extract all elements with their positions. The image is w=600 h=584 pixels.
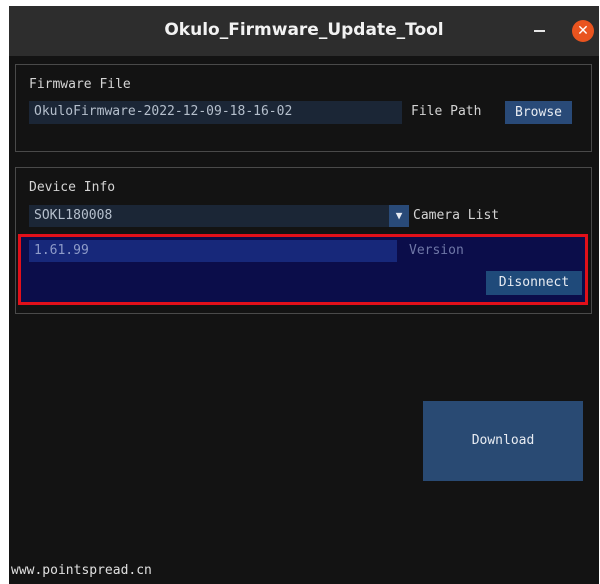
app-window: Okulo_Firmware_Update_Tool ✕ Firmware Fi… (9, 6, 599, 584)
browse-button[interactable]: Browse (505, 101, 572, 124)
camera-select[interactable]: SOKL180008 (29, 205, 389, 227)
firmware-section-label: Firmware File (29, 77, 131, 92)
firmware-file-field[interactable]: OkuloFirmware-2022-12-09-18-16-02 (29, 101, 402, 124)
minimize-icon[interactable] (534, 30, 545, 32)
version-label: Version (409, 243, 464, 258)
connected-device-highlight: 1.61.99 Version Disonnect (18, 234, 588, 305)
website-link: www.pointspread.cn (11, 563, 152, 578)
camera-list-label: Camera List (413, 208, 500, 223)
firmware-panel: Firmware File OkuloFirmware-2022-12-09-1… (15, 64, 592, 152)
device-section-label: Device Info (29, 180, 116, 195)
disconnect-button[interactable]: Disonnect (486, 271, 582, 295)
close-icon[interactable]: ✕ (572, 20, 594, 42)
version-field: 1.61.99 (29, 240, 397, 262)
device-panel: Device Info SOKL180008 ▼ Camera List 1.6… (15, 167, 592, 314)
file-path-label: File Path (411, 104, 482, 119)
chevron-down-icon[interactable]: ▼ (389, 205, 409, 227)
window-title: Okulo_Firmware_Update_Tool (164, 20, 444, 40)
title-bar[interactable]: Okulo_Firmware_Update_Tool ✕ (9, 6, 599, 56)
download-button[interactable]: Download (423, 401, 583, 481)
